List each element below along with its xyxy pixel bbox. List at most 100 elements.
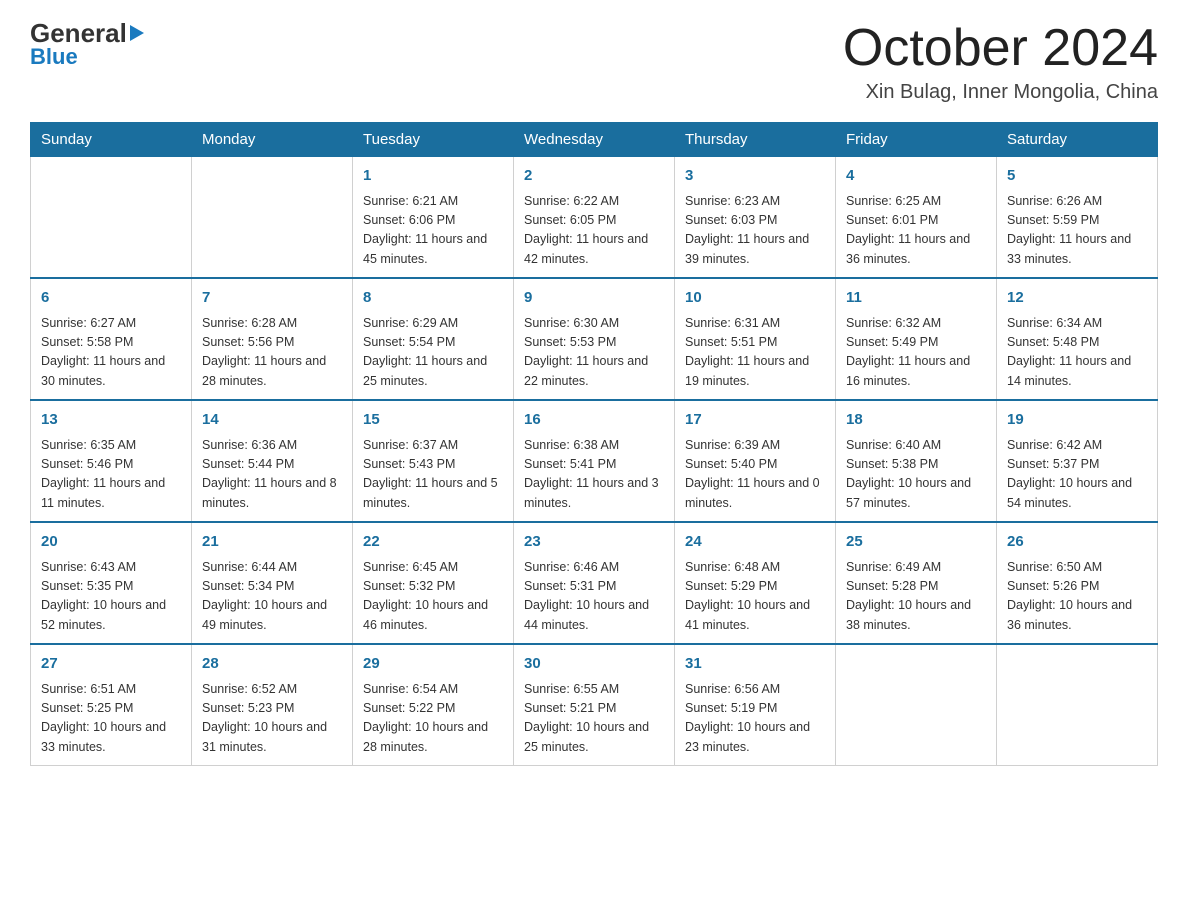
day-info-14: Sunrise: 6:36 AM Sunset: 5:44 PM Dayligh… [202, 436, 342, 514]
day-number-1: 1 [363, 165, 503, 188]
calendar-cell-w1-d3: 1 Sunrise: 6:21 AM Sunset: 6:06 PM Daylig… [353, 157, 514, 279]
calendar-cell-w3-d3: 15Sunrise: 6:37 AM Sunset: 5:43 PM Dayli… [353, 400, 514, 522]
day-info-30: Sunrise: 6:55 AM Sunset: 5:21 PM Dayligh… [524, 680, 664, 758]
day-number-4: 4 [846, 165, 986, 188]
day-info-7: Sunrise: 6:28 AM Sunset: 5:56 PM Dayligh… [202, 314, 342, 392]
day-number-12: 12 [1007, 287, 1147, 310]
day-info-1: Sunrise: 6:21 AM Sunset: 6:06 PM Dayligh… [363, 192, 503, 270]
calendar-cell-w5-d6 [836, 644, 997, 766]
day-number-11: 11 [846, 287, 986, 310]
day-number-25: 25 [846, 531, 986, 554]
calendar-cell-w1-d4: 2Sunrise: 6:22 AM Sunset: 6:05 PM Daylig… [514, 157, 675, 279]
location-title: Xin Bulag, Inner Mongolia, China [843, 81, 1158, 104]
calendar-cell-w1-d1 [31, 157, 192, 279]
calendar-cell-w2-d3: 8 Sunrise: 6:29 AM Sunset: 5:54 PM Daylig… [353, 278, 514, 400]
day-info-13: Sunrise: 6:35 AM Sunset: 5:46 PM Dayligh… [41, 436, 181, 514]
day-number-29: 29 [363, 653, 503, 676]
calendar-cell-w5-d2: 28 Sunrise: 6:52 AM Sunset: 5:23 PM Dayli… [192, 644, 353, 766]
calendar-cell-w2-d7: 12 Sunrise: 6:34 AM Sunset: 5:48 PM Dayli… [997, 278, 1158, 400]
day-number-8: 8 [363, 287, 503, 310]
day-number-16: 16 [524, 409, 664, 432]
calendar-cell-w5-d4: 30 Sunrise: 6:55 AM Sunset: 5:21 PM Dayli… [514, 644, 675, 766]
day-info-10: Sunrise: 6:31 AM Sunset: 5:51 PM Dayligh… [685, 314, 825, 392]
calendar-cell-w3-d1: 13 Sunrise: 6:35 AM Sunset: 5:46 PM Dayli… [31, 400, 192, 522]
day-info-27: Sunrise: 6:51 AM Sunset: 5:25 PM Dayligh… [41, 680, 181, 758]
day-info-29: Sunrise: 6:54 AM Sunset: 5:22 PM Dayligh… [363, 680, 503, 758]
day-info-2: Sunrise: 6:22 AM Sunset: 6:05 PM Dayligh… [524, 192, 664, 270]
day-number-31: 31 [685, 653, 825, 676]
day-info-22: Sunrise: 6:45 AM Sunset: 5:32 PM Dayligh… [363, 558, 503, 636]
day-number-5: 5 [1007, 165, 1147, 188]
calendar-cell-w4-d3: 22Sunrise: 6:45 AM Sunset: 5:32 PM Dayli… [353, 522, 514, 644]
header-sunday: Sunday [31, 123, 192, 157]
day-number-20: 20 [41, 531, 181, 554]
logo-blue-text: Blue [30, 46, 144, 68]
logo-triangle-icon [130, 25, 144, 41]
day-number-30: 30 [524, 653, 664, 676]
calendar-week-4: 20 Sunrise: 6:43 AM Sunset: 5:35 PM Dayli… [31, 522, 1158, 644]
day-info-26: Sunrise: 6:50 AM Sunset: 5:26 PM Dayligh… [1007, 558, 1147, 636]
day-number-24: 24 [685, 531, 825, 554]
day-info-5: Sunrise: 6:26 AM Sunset: 5:59 PM Dayligh… [1007, 192, 1147, 270]
calendar-cell-w1-d5: 3 Sunrise: 6:23 AM Sunset: 6:03 PM Daylig… [675, 157, 836, 279]
calendar-cell-w4-d7: 26Sunrise: 6:50 AM Sunset: 5:26 PM Dayli… [997, 522, 1158, 644]
day-info-15: Sunrise: 6:37 AM Sunset: 5:43 PM Dayligh… [363, 436, 503, 514]
day-info-9: Sunrise: 6:30 AM Sunset: 5:53 PM Dayligh… [524, 314, 664, 392]
month-title: October 2024 [843, 20, 1158, 77]
header-thursday: Thursday [675, 123, 836, 157]
calendar-cell-w3-d7: 19Sunrise: 6:42 AM Sunset: 5:37 PM Dayli… [997, 400, 1158, 522]
title-area: October 2024 Xin Bulag, Inner Mongolia, … [843, 20, 1158, 104]
header-monday: Monday [192, 123, 353, 157]
calendar-cell-w4-d2: 21 Sunrise: 6:44 AM Sunset: 5:34 PM Dayli… [192, 522, 353, 644]
day-info-18: Sunrise: 6:40 AM Sunset: 5:38 PM Dayligh… [846, 436, 986, 514]
calendar-cell-w2-d4: 9Sunrise: 6:30 AM Sunset: 5:53 PM Daylig… [514, 278, 675, 400]
calendar-cell-w5-d1: 27 Sunrise: 6:51 AM Sunset: 5:25 PM Dayli… [31, 644, 192, 766]
day-info-31: Sunrise: 6:56 AM Sunset: 5:19 PM Dayligh… [685, 680, 825, 758]
day-number-27: 27 [41, 653, 181, 676]
day-info-21: Sunrise: 6:44 AM Sunset: 5:34 PM Dayligh… [202, 558, 342, 636]
day-number-18: 18 [846, 409, 986, 432]
day-info-20: Sunrise: 6:43 AM Sunset: 5:35 PM Dayligh… [41, 558, 181, 636]
day-info-28: Sunrise: 6:52 AM Sunset: 5:23 PM Dayligh… [202, 680, 342, 758]
calendar-cell-w3-d4: 16 Sunrise: 6:38 AM Sunset: 5:41 PM Dayli… [514, 400, 675, 522]
calendar-cell-w5-d5: 31 Sunrise: 6:56 AM Sunset: 5:19 PM Dayli… [675, 644, 836, 766]
day-info-19: Sunrise: 6:42 AM Sunset: 5:37 PM Dayligh… [1007, 436, 1147, 514]
day-info-25: Sunrise: 6:49 AM Sunset: 5:28 PM Dayligh… [846, 558, 986, 636]
day-number-3: 3 [685, 165, 825, 188]
calendar-cell-w3-d5: 17 Sunrise: 6:39 AM Sunset: 5:40 PM Dayli… [675, 400, 836, 522]
day-number-17: 17 [685, 409, 825, 432]
calendar-week-1: 1 Sunrise: 6:21 AM Sunset: 6:06 PM Daylig… [31, 157, 1158, 279]
logo-area: General Blue [30, 20, 144, 68]
calendar-cell-w1-d7: 5 Sunrise: 6:26 AM Sunset: 5:59 PM Daylig… [997, 157, 1158, 279]
day-info-17: Sunrise: 6:39 AM Sunset: 5:40 PM Dayligh… [685, 436, 825, 514]
calendar-cell-w2-d2: 7 Sunrise: 6:28 AM Sunset: 5:56 PM Daylig… [192, 278, 353, 400]
calendar-header-row: Sunday Monday Tuesday Wednesday Thursday… [31, 123, 1158, 157]
calendar-cell-w2-d1: 6Sunrise: 6:27 AM Sunset: 5:58 PM Daylig… [31, 278, 192, 400]
calendar-cell-w1-d2 [192, 157, 353, 279]
day-info-4: Sunrise: 6:25 AM Sunset: 6:01 PM Dayligh… [846, 192, 986, 270]
calendar-cell-w4-d5: 24 Sunrise: 6:48 AM Sunset: 5:29 PM Dayli… [675, 522, 836, 644]
calendar-cell-w5-d7 [997, 644, 1158, 766]
day-number-7: 7 [202, 287, 342, 310]
day-info-6: Sunrise: 6:27 AM Sunset: 5:58 PM Dayligh… [41, 314, 181, 392]
calendar-cell-w3-d6: 18 Sunrise: 6:40 AM Sunset: 5:38 PM Dayli… [836, 400, 997, 522]
day-info-24: Sunrise: 6:48 AM Sunset: 5:29 PM Dayligh… [685, 558, 825, 636]
calendar-week-3: 13 Sunrise: 6:35 AM Sunset: 5:46 PM Dayli… [31, 400, 1158, 522]
calendar-cell-w4-d4: 23Sunrise: 6:46 AM Sunset: 5:31 PM Dayli… [514, 522, 675, 644]
day-number-10: 10 [685, 287, 825, 310]
day-number-23: 23 [524, 531, 664, 554]
calendar-week-5: 27 Sunrise: 6:51 AM Sunset: 5:25 PM Dayli… [31, 644, 1158, 766]
day-info-3: Sunrise: 6:23 AM Sunset: 6:03 PM Dayligh… [685, 192, 825, 270]
calendar-cell-w3-d2: 14 Sunrise: 6:36 AM Sunset: 5:44 PM Dayli… [192, 400, 353, 522]
day-number-13: 13 [41, 409, 181, 432]
day-info-16: Sunrise: 6:38 AM Sunset: 5:41 PM Dayligh… [524, 436, 664, 514]
day-number-28: 28 [202, 653, 342, 676]
day-info-8: Sunrise: 6:29 AM Sunset: 5:54 PM Dayligh… [363, 314, 503, 392]
day-number-14: 14 [202, 409, 342, 432]
day-info-12: Sunrise: 6:34 AM Sunset: 5:48 PM Dayligh… [1007, 314, 1147, 392]
day-number-21: 21 [202, 531, 342, 554]
page-header: General Blue October 2024 Xin Bulag, Inn… [30, 20, 1158, 104]
day-info-11: Sunrise: 6:32 AM Sunset: 5:49 PM Dayligh… [846, 314, 986, 392]
calendar-cell-w5-d3: 29 Sunrise: 6:54 AM Sunset: 5:22 PM Dayli… [353, 644, 514, 766]
header-saturday: Saturday [997, 123, 1158, 157]
